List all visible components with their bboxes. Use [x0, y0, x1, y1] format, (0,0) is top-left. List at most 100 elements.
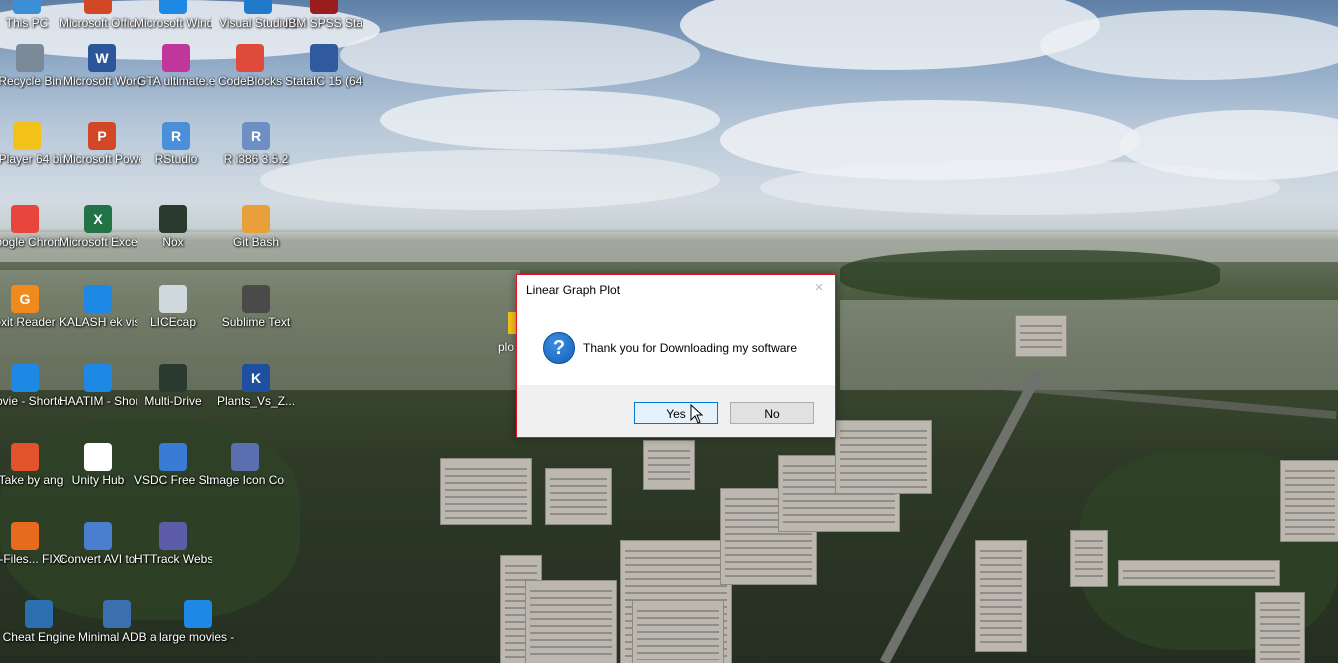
no-button[interactable]: No: [730, 402, 814, 424]
gta-icon: [162, 44, 190, 72]
desktop-icon[interactable]: Google Chrome: [0, 205, 64, 250]
image-icon-converter-icon: [231, 443, 259, 471]
desktop-icon[interactable]: StataIC 15 (64-bit): [285, 44, 363, 89]
desktop-icon[interactable]: nyTake by angoApps: [0, 443, 64, 488]
desktop-icon-label: R i386 3.5.2: [223, 152, 289, 166]
desktop-icon[interactable]: X Microsoft Excel 2010: [59, 205, 137, 250]
desktop-icon-label: Google Chrome: [0, 235, 64, 249]
desktop-icon-label: VSDC Free Screen Rec...: [134, 473, 212, 487]
desktop-icon-label: Convert AVI to MP4: [59, 552, 137, 566]
desktop-icon-label: nyTake by angoApps: [0, 473, 64, 487]
cloud-shape: [680, 0, 1100, 70]
dialog-button-bar: Yes No: [517, 385, 835, 437]
desktop-icon[interactable]: otPlayer 64 bit: [0, 122, 66, 167]
desktop-icon[interactable]: Nox: [134, 205, 212, 250]
desktop-icon-label: Multi-Drive: [144, 394, 202, 408]
desktop-icon[interactable]: GTA ultimate.e...: [137, 44, 215, 89]
cloud-shape: [380, 90, 720, 150]
desktop-icon[interactable]: LICEcap: [134, 285, 212, 330]
nox-icon: [159, 205, 187, 233]
desktop-icon[interactable]: Microsoft Office P...: [59, 0, 137, 31]
adb-icon: [103, 600, 131, 628]
desktop-icon-label: Nox: [162, 235, 184, 249]
desktop-icon[interactable]: Microsoft Windo...: [134, 0, 212, 31]
dialog-body: ? Thank you for Downloading my software: [517, 305, 835, 385]
desktop-icon-label: otPlayer 64 bit: [0, 152, 66, 166]
building: [835, 420, 932, 494]
desktop-icon[interactable]: Sublime Text: [217, 285, 295, 330]
building: [1280, 460, 1338, 542]
desktop-icon-label: Microsoft Excel 2010: [59, 235, 137, 249]
question-icon: ?: [543, 332, 575, 364]
desktop-icon[interactable]: Cheat Engine: [0, 600, 78, 645]
desktop-icon[interactable]: K Plants_Vs_Z...: [217, 364, 295, 409]
recycle-bin-icon: [16, 44, 44, 72]
building: [545, 468, 612, 525]
desktop-icon[interactable]: P Microsoft PowerPoi...: [63, 122, 141, 167]
excel-icon: X: [84, 205, 112, 233]
desktop-icon-label: CodeBlocks: [217, 74, 283, 88]
dll-fixer-icon: [11, 522, 39, 550]
plants-vs-zombies-icon: K: [242, 364, 270, 392]
convert-avi-icon: [84, 522, 112, 550]
desktop-icon[interactable]: R RStudio: [137, 122, 215, 167]
git-bash-icon: [242, 205, 270, 233]
desktop-icon[interactable]: Convert AVI to MP4: [59, 522, 137, 567]
cloud-shape: [340, 20, 700, 90]
desktop-icon[interactable]: Minimal ADB and Fastboot: [78, 600, 156, 645]
desktop-icon[interactable]: W Microsoft Word 2010: [63, 44, 141, 89]
desktop-icon[interactable]: R R i386 3.5.2: [217, 122, 295, 167]
cheat-engine-icon: [25, 600, 53, 628]
message-dialog: Linear Graph Plot × ? Thank you for Down…: [516, 274, 836, 438]
desktop-icon[interactable]: KALASH ek vishwaas(d...: [59, 285, 137, 330]
desktop-icon-label: large movies - Shortcut: [159, 630, 237, 644]
desktop-icon-label: RStudio: [154, 152, 198, 166]
desktop-icon[interactable]: Git Bash: [217, 205, 295, 250]
desktop-icon[interactable]: Image Icon Converter: [206, 443, 284, 488]
vscode-icon: [244, 0, 272, 14]
desktop-icon[interactable]: Unity Hub: [59, 443, 137, 488]
dialog-titlebar[interactable]: Linear Graph Plot ×: [517, 275, 835, 305]
desktop-icon-label: Microsoft Word 2010: [63, 74, 141, 88]
desktop-icon[interactable]: Recycle Bin: [0, 44, 69, 89]
building: [440, 458, 532, 525]
desktop-icon-label: Git Bash: [232, 235, 280, 249]
desktop-icon[interactable]: movie - Shortcut: [0, 364, 64, 409]
desktop-icon-label: Microsoft Office P...: [59, 16, 137, 30]
windows-icon: [159, 0, 187, 14]
building: [1118, 560, 1280, 586]
cloud-shape: [260, 150, 720, 210]
desktop-icon-label: Minimal ADB and Fastboot: [78, 630, 156, 644]
computer-icon: [13, 0, 41, 14]
dialog-title: Linear Graph Plot: [526, 283, 621, 297]
desktop-icon[interactable]: HTTrack Websi...: [134, 522, 212, 567]
desktop-icon-label: Image Icon Converter: [206, 473, 284, 487]
desktop-icon-label: Cheat Engine: [2, 630, 76, 644]
building: [1070, 530, 1108, 587]
desktop-icon[interactable]: large movies - Shortcut: [159, 600, 237, 645]
licecap-icon: [159, 285, 187, 313]
desktop-icon[interactable]: Goxit Reader: [0, 285, 64, 330]
desktop-icon-label: Sublime Text: [221, 315, 291, 329]
desktop-icon-label: Microsoft Windo...: [134, 16, 212, 30]
yes-button[interactable]: Yes: [634, 402, 718, 424]
desktop-icon-label: Recycle Bin: [0, 74, 62, 88]
desktop-icon-label: LICEcap: [149, 315, 197, 329]
vsdc-icon: [159, 443, 187, 471]
desktop-icon-label: StataIC 15 (64-bit): [285, 74, 363, 88]
desktop-icon-label: HTTrack Websi...: [134, 552, 212, 566]
hidden-desktop-icon-label[interactable]: plo: [498, 340, 514, 354]
desktop-icon[interactable]: LL-Files... FIXER: [0, 522, 64, 567]
desktop-icon[interactable]: IBM SPSS Statistics S...: [285, 0, 363, 31]
httrack-icon: [159, 522, 187, 550]
desktop-icon[interactable]: This PC: [0, 0, 66, 31]
forest-area: [840, 250, 1220, 300]
desktop-icon-label: movie - Shortcut: [0, 394, 64, 408]
desktop-icon[interactable]: Multi-Drive: [134, 364, 212, 409]
shortcut-icon: [84, 285, 112, 313]
desktop-icon[interactable]: VSDC Free Screen Rec...: [134, 443, 212, 488]
desktop-icon[interactable]: HAATIM - Shortcut: [59, 364, 137, 409]
building: [1255, 592, 1305, 663]
close-icon[interactable]: ×: [811, 280, 827, 296]
desktop-icon[interactable]: CodeBlocks: [211, 44, 289, 89]
